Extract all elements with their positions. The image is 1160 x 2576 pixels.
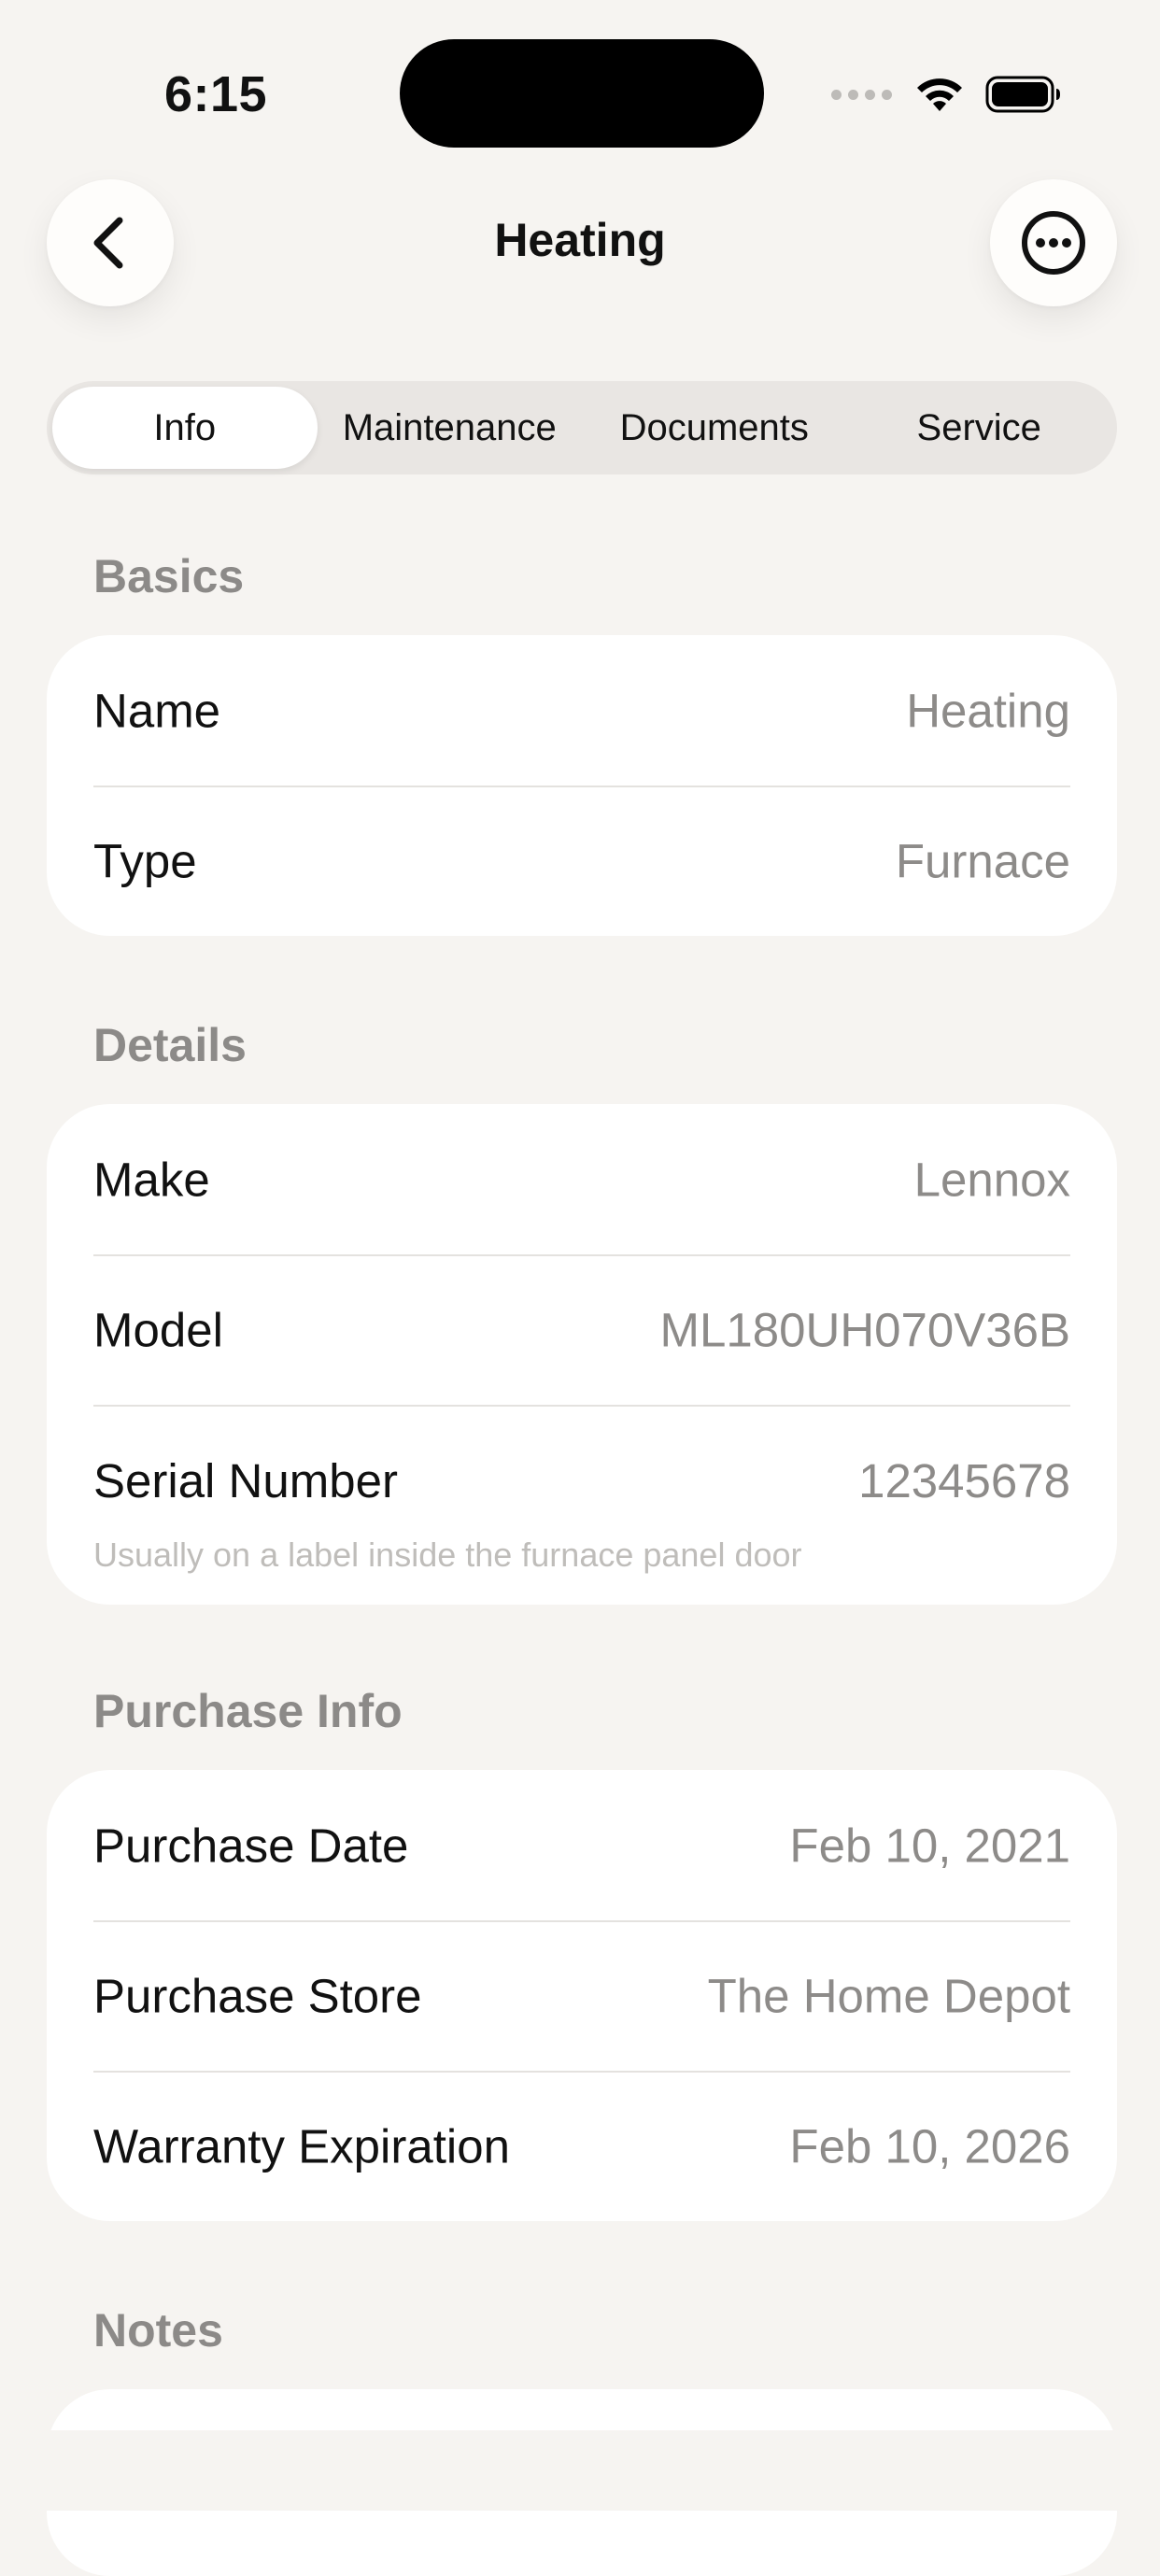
purchase-store-row[interactable]: Purchase Store The Home Depot bbox=[47, 1920, 1117, 2071]
row-value: Heating bbox=[906, 684, 1070, 737]
warranty-expiration-row[interactable]: Warranty Expiration Feb 10, 2026 bbox=[47, 2071, 1117, 2221]
row-label: Warranty Expiration bbox=[93, 2119, 510, 2173]
serial-number-row[interactable]: Serial Number 12345678 Usually on a labe… bbox=[47, 1405, 1117, 1605]
row-value: 12345678 bbox=[858, 1454, 1070, 1507]
row-label: Purchase Date bbox=[93, 1819, 409, 1872]
details-card: Make Lennox Model ML180UH070V36B Serial … bbox=[47, 1104, 1117, 1605]
section-title-notes: Notes bbox=[93, 2304, 223, 2357]
tab-documents[interactable]: Documents bbox=[582, 387, 847, 469]
name-row[interactable]: Name Heating bbox=[47, 635, 1117, 786]
row-label: Purchase Store bbox=[93, 1969, 422, 2022]
status-indicators bbox=[831, 71, 1062, 118]
basics-card: Name Heating Type Furnace bbox=[47, 635, 1117, 936]
battery-icon bbox=[985, 76, 1060, 113]
section-title-purchase-info: Purchase Info bbox=[93, 1685, 403, 1737]
more-options-button[interactable] bbox=[990, 179, 1117, 306]
row-label: Name bbox=[93, 684, 221, 737]
row-value: Feb 10, 2026 bbox=[789, 2119, 1070, 2173]
cellular-signal-icon bbox=[831, 89, 892, 100]
scroll-mask bbox=[0, 2430, 1160, 2511]
row-value: ML180UH070V36B bbox=[659, 1303, 1070, 1356]
purchase-info-card: Purchase Date Feb 10, 2021 Purchase Stor… bbox=[47, 1770, 1117, 2221]
row-label: Model bbox=[93, 1303, 223, 1356]
status-time: 6:15 bbox=[164, 66, 268, 122]
model-row[interactable]: Model ML180UH070V36B bbox=[47, 1254, 1117, 1405]
wifi-icon bbox=[917, 78, 962, 111]
row-value: Furnace bbox=[895, 834, 1070, 887]
ellipsis-circle-icon bbox=[1022, 211, 1085, 275]
row-value: Feb 10, 2021 bbox=[789, 1819, 1070, 1872]
segmented-tabs: Info Maintenance Documents Service bbox=[47, 381, 1117, 474]
row-label: Type bbox=[93, 834, 197, 887]
section-title-basics: Basics bbox=[93, 550, 245, 602]
serial-number-hint: Usually on a label inside the furnace pa… bbox=[93, 1536, 802, 1574]
page-title: Heating bbox=[494, 214, 666, 266]
row-label: Make bbox=[93, 1153, 210, 1206]
make-row[interactable]: Make Lennox bbox=[47, 1104, 1117, 1254]
type-row[interactable]: Type Furnace bbox=[47, 786, 1117, 936]
purchase-date-row[interactable]: Purchase Date Feb 10, 2021 bbox=[47, 1770, 1117, 1920]
tab-maintenance[interactable]: Maintenance bbox=[318, 387, 583, 469]
tab-service[interactable]: Service bbox=[847, 387, 1112, 469]
row-value: Lennox bbox=[913, 1153, 1070, 1206]
row-value: The Home Depot bbox=[707, 1969, 1070, 2022]
dynamic-island bbox=[400, 39, 764, 148]
tab-info[interactable]: Info bbox=[52, 387, 318, 469]
section-title-details: Details bbox=[93, 1019, 247, 1071]
row-label: Serial Number bbox=[93, 1454, 398, 1507]
